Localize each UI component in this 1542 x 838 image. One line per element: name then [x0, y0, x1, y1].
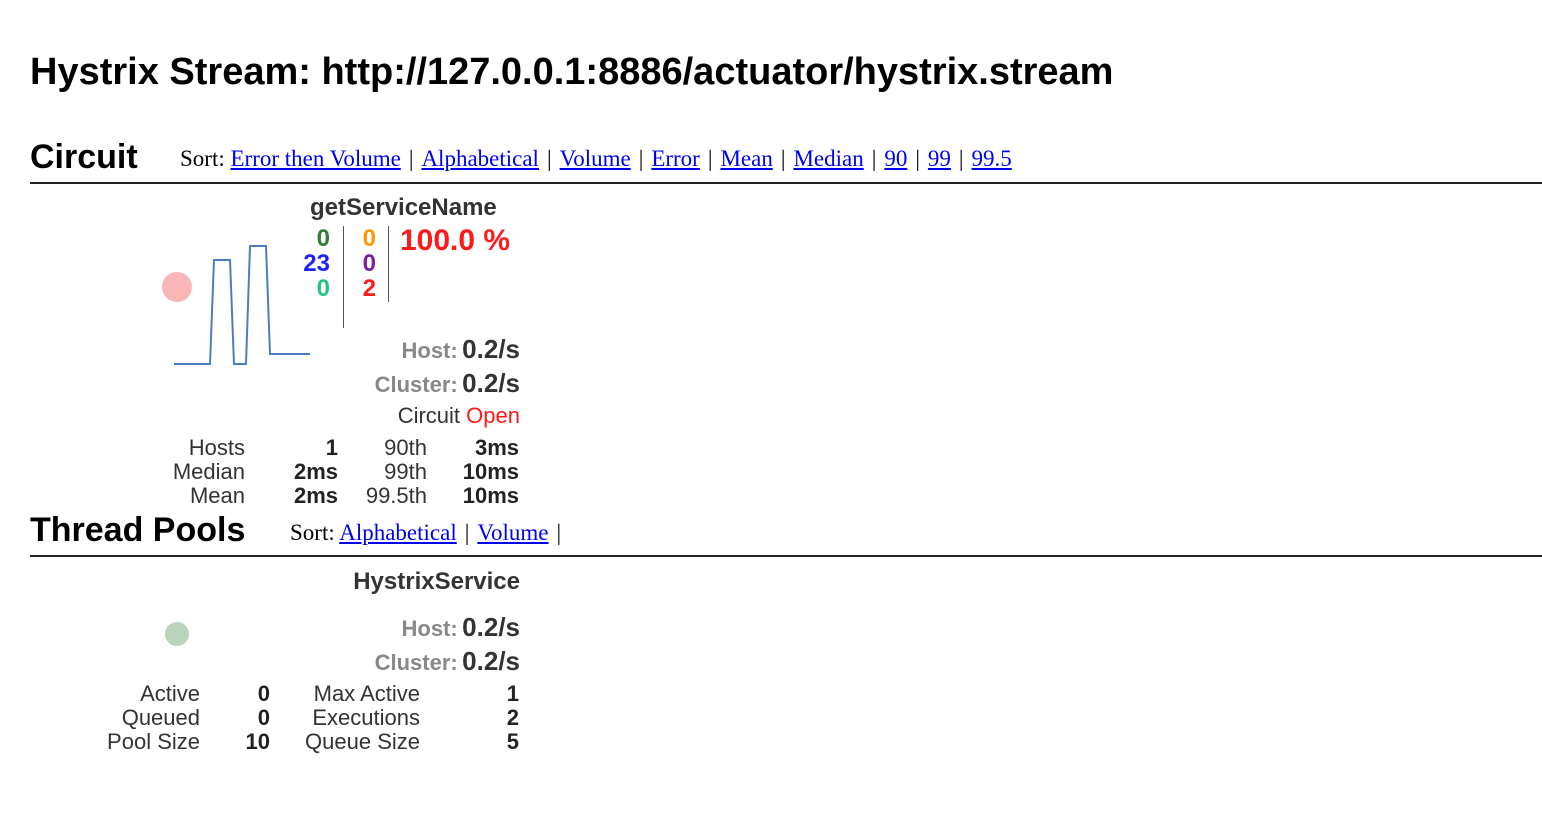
active-value: 0	[257, 681, 270, 706]
queue-size-label: Queue Size	[305, 729, 420, 754]
active-label: Active	[140, 681, 200, 706]
bad-request-count: 0	[316, 275, 330, 302]
sort-mean-link[interactable]: Mean	[720, 146, 772, 171]
host-rate-value: 0.2/s	[462, 334, 520, 364]
sort-error-then-volume-link[interactable]: Error then Volume	[230, 146, 400, 171]
queue-size-value: 5	[506, 729, 519, 754]
cluster-rate-value: 0.2/s	[462, 368, 520, 398]
queued-label: Queued	[121, 705, 200, 730]
queued-value: 0	[257, 705, 270, 730]
sort-median-link[interactable]: Median	[793, 146, 863, 171]
p90-value: 3ms	[474, 435, 519, 460]
short-circuited-count: 23	[303, 250, 330, 277]
separator: |	[780, 146, 786, 171]
failure-count: 2	[362, 275, 376, 302]
p99-label: 99th	[384, 459, 427, 484]
pool-host-rate-row: Host: 0.2/s	[402, 612, 521, 643]
hosts-label: Hosts	[188, 435, 245, 460]
separator: |	[556, 520, 562, 545]
pool-size-label: Pool Size	[107, 729, 200, 754]
separator: |	[408, 146, 414, 171]
separator: |	[707, 146, 713, 171]
max-active-label: Max Active	[313, 681, 420, 706]
host-rate-label: Host:	[401, 338, 458, 363]
count-divider	[343, 226, 344, 328]
p90-label: 90th	[384, 435, 427, 460]
separator: |	[958, 146, 964, 171]
sort-volume-link[interactable]: Volume	[560, 146, 631, 171]
executions-label: Executions	[312, 705, 420, 730]
hosts-value: 1	[325, 435, 338, 460]
pool-cluster-rate-value: 0.2/s	[462, 646, 520, 676]
cluster-rate-row: Cluster: 0.2/s	[375, 368, 520, 399]
separator: |	[546, 146, 552, 171]
stats-row: Mean 2ms 99.5th 10ms	[0, 484, 560, 508]
sort-99-5-link[interactable]: 99.5	[972, 146, 1012, 171]
separator: |	[638, 146, 644, 171]
separator: |	[464, 520, 470, 545]
max-active-value: 1	[506, 681, 519, 706]
threadpool-divider	[30, 555, 1542, 557]
pool-stats-row: Pool Size 10 Queue Size 5	[0, 730, 560, 754]
sort-error-link[interactable]: Error	[651, 146, 700, 171]
p995-value: 10ms	[462, 483, 519, 508]
median-label: Median	[172, 459, 245, 484]
circuit-sort-label: Sort:	[180, 146, 225, 171]
pool-size-value: 10	[245, 729, 270, 754]
error-percentage: 100.0 %	[400, 224, 511, 257]
separator: |	[871, 146, 877, 171]
mean-value: 2ms	[293, 483, 338, 508]
pool-host-rate-label: Host:	[401, 616, 458, 641]
success-count: 0	[316, 225, 330, 252]
circuit-status-label: Circuit	[397, 403, 461, 428]
sort-90-link[interactable]: 90	[884, 146, 907, 171]
rejected-count: 0	[362, 250, 376, 277]
count-divider	[388, 226, 389, 302]
sort-99-link[interactable]: 99	[928, 146, 951, 171]
circuit-status-value: Open	[466, 403, 520, 428]
threadpool-sort-label: Sort:	[290, 520, 335, 545]
separator: |	[915, 146, 920, 171]
circuit-section-title: Circuit	[30, 138, 138, 176]
pool-cluster-rate-label: Cluster:	[374, 650, 458, 675]
cluster-rate-label: Cluster:	[374, 372, 458, 397]
host-rate-row: Host: 0.2/s	[402, 334, 521, 365]
pool-sort-volume-link[interactable]: Volume	[477, 520, 548, 545]
threadpool-health-circle	[165, 622, 189, 646]
circuit-sort-bar: Sort: Error then Volume | Alphabetical | Vol…	[180, 144, 1012, 174]
circuit-divider	[30, 182, 1542, 184]
stats-row: Hosts 1 90th 3ms	[0, 436, 560, 460]
pool-host-rate-value: 0.2/s	[462, 612, 520, 642]
timeout-count: 0	[362, 225, 376, 252]
page-title: Hystrix Stream: http://127.0.0.1:8886/ac…	[30, 51, 1114, 93]
stats-row: Median 2ms 99th 10ms	[0, 460, 560, 484]
threadpool-sort-bar: Sort: Alphabetical | Volume |	[290, 518, 569, 548]
circuit-status: Circuit Open	[398, 403, 520, 429]
threadpool-section-title: Thread Pools	[30, 511, 246, 549]
threadpool-name: HystrixService	[353, 568, 520, 595]
median-value: 2ms	[293, 459, 338, 484]
pool-stats-row: Queued 0 Executions 2	[0, 706, 560, 730]
pool-sort-alphabetical-link[interactable]: Alphabetical	[339, 520, 457, 545]
p995-label: 99.5th	[365, 483, 427, 508]
pool-cluster-rate-row: Cluster: 0.2/s	[375, 646, 520, 677]
circuit-name: getServiceName	[310, 194, 497, 221]
sort-alphabetical-link[interactable]: Alphabetical	[421, 146, 539, 171]
mean-label: Mean	[189, 483, 245, 508]
p99-value: 10ms	[462, 459, 519, 484]
executions-value: 2	[506, 705, 519, 730]
pool-stats-row: Active 0 Max Active 1	[0, 682, 560, 706]
